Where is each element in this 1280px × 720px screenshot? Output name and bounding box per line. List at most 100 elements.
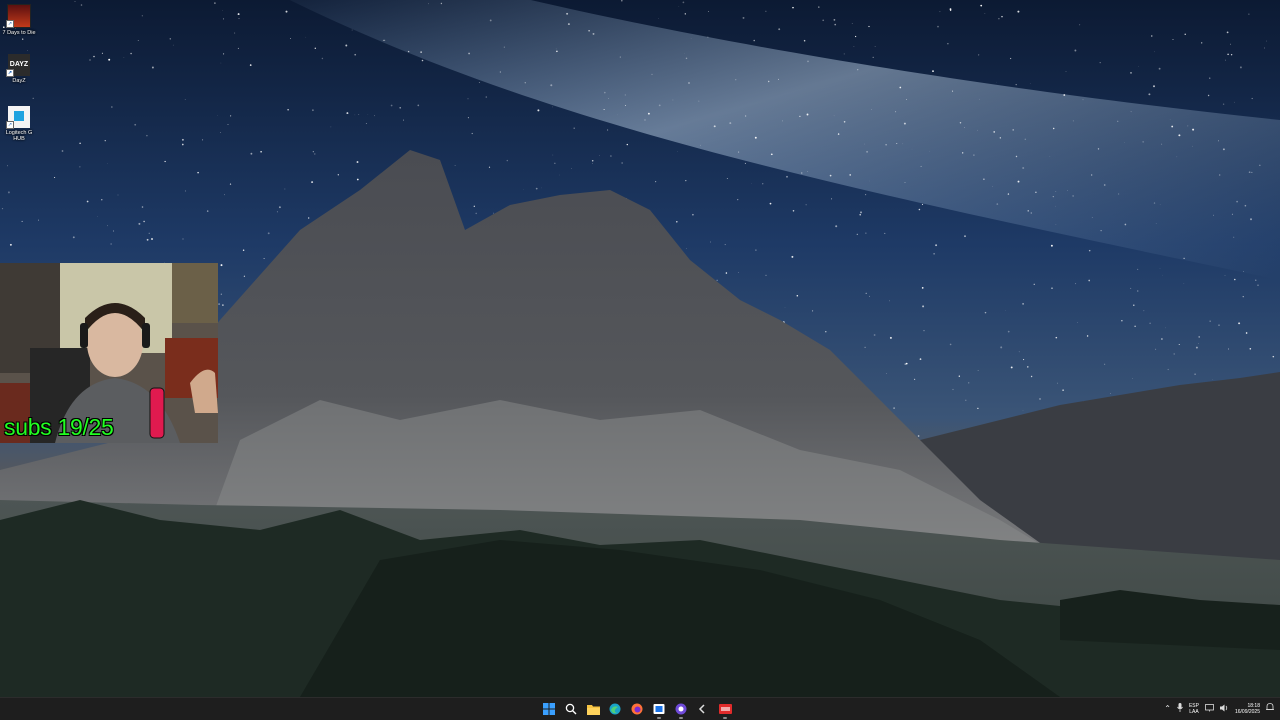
star	[21, 220, 23, 222]
star	[1022, 303, 1024, 305]
star	[222, 304, 224, 306]
star	[1198, 343, 1199, 344]
language-indicator[interactable]: ESP LAA	[1189, 703, 1199, 715]
star	[713, 125, 716, 128]
network-icon[interactable]	[1205, 703, 1214, 715]
star	[920, 165, 922, 167]
star	[1001, 15, 1003, 18]
star	[592, 32, 595, 35]
star	[765, 274, 767, 277]
star	[1063, 94, 1066, 96]
star	[1133, 304, 1135, 306]
desktop-icon-logitech-g-hub[interactable]: ↗ Logitech G HUB	[2, 106, 36, 142]
store-icon	[653, 704, 665, 714]
clock[interactable]: 18:18 16/09/2025	[1235, 703, 1260, 715]
star	[181, 138, 184, 141]
star	[473, 205, 475, 207]
star	[1, 208, 4, 210]
star	[1192, 128, 1195, 131]
star	[983, 178, 985, 180]
star	[952, 90, 954, 92]
star	[865, 292, 867, 294]
star	[735, 79, 737, 81]
star	[220, 62, 222, 64]
star	[905, 362, 908, 365]
star	[61, 150, 64, 152]
keyboard-layout: LAA	[1189, 709, 1199, 715]
star	[1233, 236, 1235, 238]
star	[1077, 322, 1078, 323]
obs-button[interactable]	[672, 700, 690, 719]
star	[567, 23, 570, 26]
star	[1137, 268, 1139, 270]
shortcut-arrow-icon: ↗	[6, 69, 14, 77]
star	[238, 18, 240, 19]
star	[32, 97, 34, 99]
star	[873, 334, 876, 336]
star	[918, 208, 921, 211]
subs-counter: subs 19/25	[4, 414, 114, 440]
g-hub-logo-square	[14, 111, 24, 121]
firefox-button[interactable]	[628, 700, 646, 718]
star	[937, 25, 939, 28]
star	[308, 217, 310, 219]
star	[382, 39, 385, 42]
star	[889, 300, 891, 302]
star	[345, 44, 348, 47]
star	[1161, 338, 1163, 340]
star	[792, 6, 794, 9]
file-explorer-button[interactable]	[584, 700, 602, 718]
star	[1072, 195, 1074, 197]
search-button[interactable]	[562, 700, 580, 718]
star	[868, 25, 870, 28]
star	[104, 140, 106, 142]
star	[843, 121, 846, 123]
star	[1062, 389, 1064, 391]
star	[1130, 72, 1132, 74]
star	[684, 13, 686, 15]
star	[1074, 49, 1077, 52]
star	[27, 50, 28, 51]
star	[1201, 42, 1203, 44]
star	[1251, 171, 1253, 173]
star	[834, 23, 837, 26]
store-button[interactable]	[650, 700, 668, 719]
star	[835, 225, 838, 228]
chevron-up-icon[interactable]: ⌃	[1164, 704, 1171, 714]
star	[184, 99, 186, 100]
star	[1263, 47, 1265, 49]
star	[227, 124, 229, 125]
star	[1010, 366, 1013, 369]
star	[902, 143, 904, 145]
star	[276, 211, 278, 213]
recording-app-button[interactable]	[716, 700, 734, 719]
star	[1169, 119, 1171, 120]
desktop-icon-dayz[interactable]: DAYZ ↗ DayZ	[2, 54, 36, 84]
star	[1218, 140, 1219, 142]
star	[330, 126, 332, 128]
logitech-g-hub-icon: ↗	[6, 106, 30, 129]
star	[777, 78, 779, 80]
star	[978, 54, 980, 56]
star	[1195, 346, 1198, 349]
star	[949, 343, 952, 346]
star	[1009, 57, 1012, 60]
terminal-button[interactable]	[694, 700, 712, 718]
star	[164, 160, 166, 163]
star	[478, 82, 480, 83]
star	[566, 12, 569, 15]
star	[1007, 193, 1010, 195]
edge-button[interactable]	[606, 700, 624, 718]
notification-bell-icon[interactable]	[1266, 703, 1274, 715]
start-button[interactable]	[540, 700, 558, 718]
star	[285, 10, 288, 13]
volume-icon[interactable]	[1219, 704, 1229, 715]
microphone-icon[interactable]	[1177, 703, 1183, 715]
star	[74, 1, 76, 2]
star	[1257, 284, 1259, 286]
star	[1118, 193, 1120, 195]
star	[903, 122, 906, 125]
desktop-icon-7-days-to-die[interactable]: ↗ 7 Days to Die	[2, 4, 36, 36]
star	[314, 47, 316, 49]
star	[556, 50, 558, 53]
